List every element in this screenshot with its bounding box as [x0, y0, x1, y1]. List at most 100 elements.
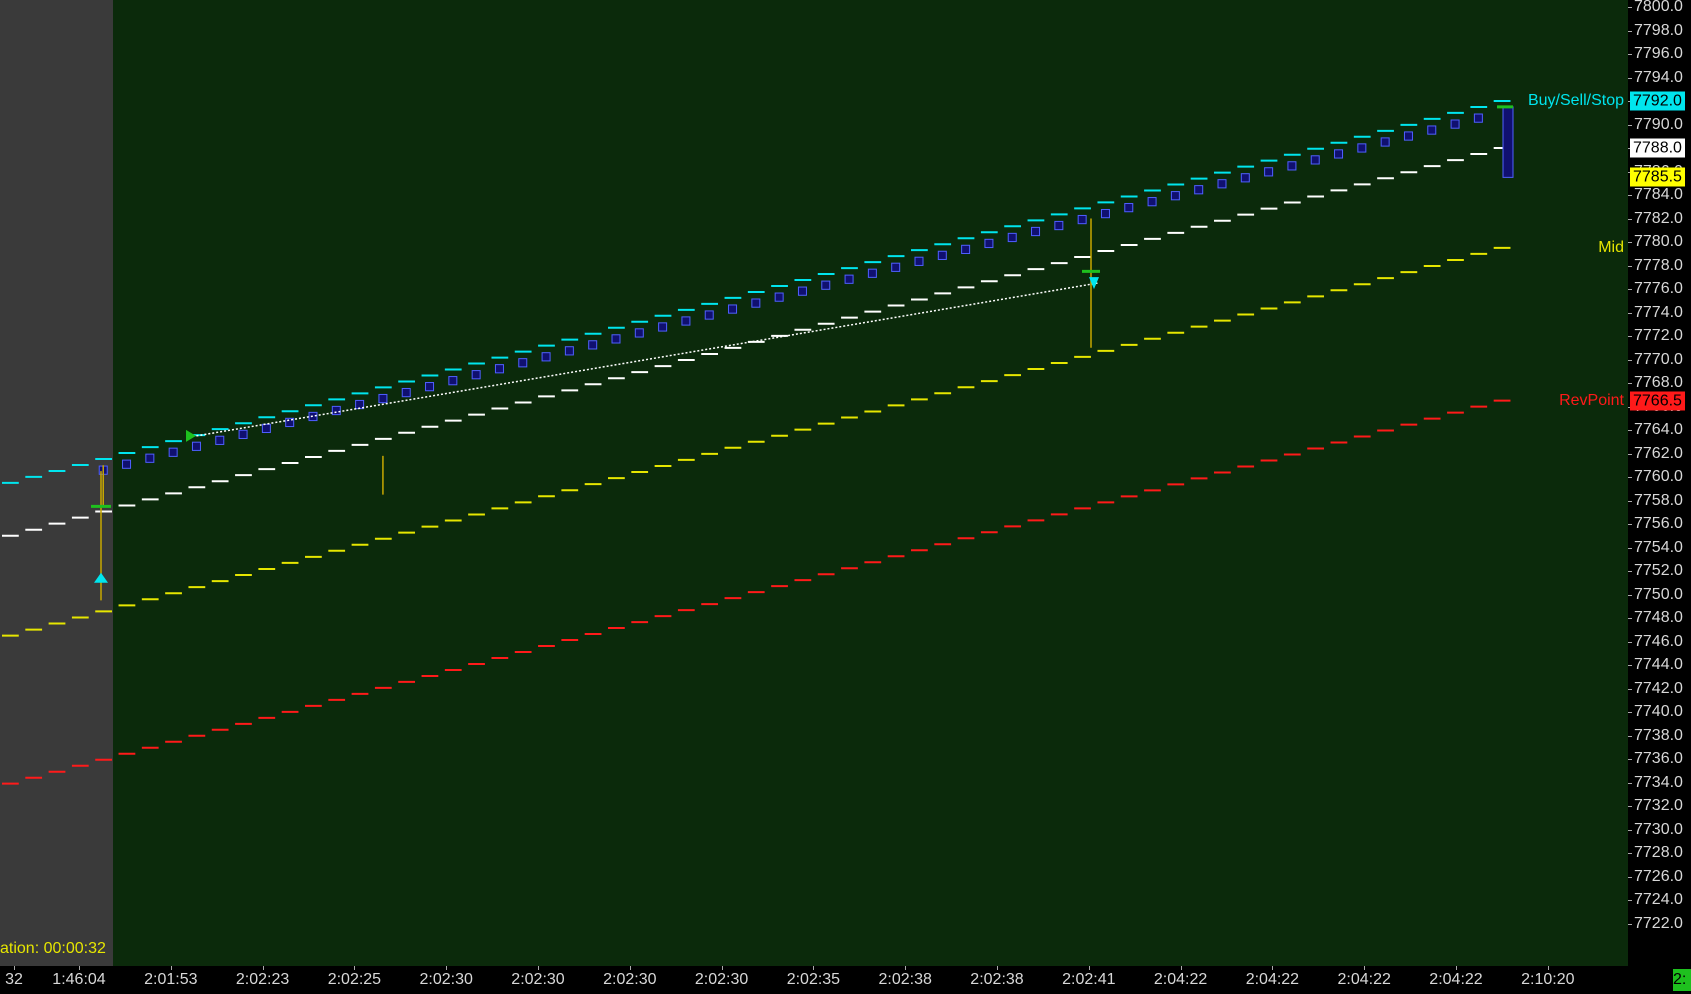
candle: [1264, 167, 1274, 177]
candle: [1100, 208, 1110, 219]
price-tick-label: 7774.0: [1628, 303, 1683, 321]
price-tick-label: 7748.0: [1628, 609, 1683, 626]
price-tick-label: 7800.0: [1628, 0, 1683, 15]
candle: [238, 429, 248, 439]
candle: [1310, 155, 1320, 165]
time-tick-mark: [1364, 966, 1366, 970]
candle: [1450, 119, 1460, 129]
candle: [681, 316, 691, 326]
price-tick-label: 7794.0: [1628, 68, 1683, 86]
price-tick-label: 7796.0: [1628, 45, 1683, 62]
time-tick-mark: [1456, 966, 1457, 970]
time-tick-mark: [262, 966, 264, 970]
flag-icon: [186, 429, 196, 442]
price-tick-label: 7732.0: [1628, 797, 1683, 814]
time-tick-label: 2:04:22: [1153, 971, 1208, 988]
candle: [191, 441, 201, 451]
candle: [518, 358, 528, 368]
candle: [1380, 137, 1390, 147]
price-axis[interactable]: 7800.0 7798.0 7796.0 7794.0 7792.0 7790.0 7788…: [1628, 0, 1691, 966]
time-tick-label: 2:02:23: [235, 971, 290, 988]
price-tick-label: 7724.0: [1628, 891, 1683, 908]
time-tick-label: 2:02:30: [511, 971, 565, 988]
candle: [145, 453, 155, 463]
candle: [401, 387, 411, 398]
chart-area[interactable]: Buy/Sell/Stop Mid RevPoint ation: 00:00:32: [0, 0, 1628, 966]
candle: [1240, 173, 1250, 183]
time-tick-label: 2:04:22: [1429, 971, 1483, 988]
candle: [1077, 214, 1087, 225]
time-tick-label: 2:01:53: [144, 971, 198, 988]
price-tick-label: 7736.0: [1628, 750, 1683, 767]
time-tick-mark: [354, 966, 356, 970]
candle: [891, 262, 901, 272]
candle: [425, 382, 435, 392]
candle: [634, 328, 644, 338]
last-candle: [1502, 106, 1514, 178]
time-tick-mark: [538, 966, 539, 970]
price-tick-label: 7756.0: [1628, 515, 1683, 532]
price-tick-label: 7764.0: [1628, 421, 1683, 438]
candle: [984, 238, 994, 249]
price-tick-label: 7798.0: [1628, 21, 1683, 39]
price-tick-label: 7740.0: [1628, 703, 1683, 720]
price-tick-label: 7780.0: [1628, 233, 1683, 250]
price-tick-label: 7728.0: [1628, 844, 1683, 861]
candle: [308, 411, 318, 422]
candle: [658, 322, 668, 332]
time-axis[interactable]: 2: 32 1:46:04 2:01:53 2:02:23 2:02:25 2:02:30…: [0, 966, 1691, 994]
candle: [122, 459, 132, 469]
price-box: 7788.0: [1630, 138, 1685, 158]
candle: [1403, 131, 1413, 141]
time-tick-label: 2:10:20: [1521, 971, 1575, 988]
time-tick-mark: [997, 966, 998, 970]
price-tick-label: 7778.0: [1628, 256, 1683, 274]
candle: [471, 370, 481, 380]
candle: [961, 244, 971, 255]
candle: [541, 352, 551, 362]
time-tick-label: 2:02:30: [694, 971, 749, 988]
time-tick-label: 2:02:30: [419, 971, 473, 988]
price-tick-label: 7730.0: [1628, 820, 1683, 838]
candle: [1124, 203, 1134, 213]
time-tick-label: 32: [5, 971, 23, 988]
price-tick-label: 7784.0: [1628, 186, 1683, 203]
price-box: 7792.0: [1630, 91, 1685, 111]
price-tick-label: 7776.0: [1628, 280, 1683, 297]
price-chart[interactable]: [0, 0, 1628, 966]
candle: [704, 310, 714, 320]
time-tick-mark: [1088, 966, 1090, 970]
price-box: 7785.5: [1630, 167, 1685, 187]
time-tick-label: 2:02:38: [878, 971, 932, 988]
candle: [1357, 143, 1367, 153]
candle: [797, 286, 807, 296]
price-tick-label: 7746.0: [1628, 632, 1683, 650]
buy-arrow-icon: [94, 572, 108, 583]
candle: [611, 334, 621, 344]
candle: [588, 340, 598, 350]
candle: [728, 304, 738, 314]
time-tick-mark: [1180, 966, 1182, 970]
corner-time-box: 2:: [1673, 969, 1691, 991]
trade-link: [196, 282, 1098, 437]
price-tick-label: 7772.0: [1628, 327, 1683, 344]
candle: [1334, 149, 1344, 159]
candle: [261, 423, 271, 434]
price-tick-label: 7762.0: [1628, 444, 1683, 462]
price-tick-label: 7754.0: [1628, 538, 1683, 556]
price-box: 7766.5: [1630, 391, 1685, 411]
price-tick-label: 7782.0: [1628, 209, 1683, 227]
candle: [1194, 185, 1204, 195]
time-tick-mark: [721, 966, 723, 970]
time-tick-mark: [1547, 966, 1549, 970]
line-label-mid: Mid: [1598, 238, 1624, 256]
price-tick-label: 7734.0: [1628, 773, 1683, 791]
line-label-revpoint: RevPoint: [1559, 391, 1624, 409]
time-tick-label: 2:02:38: [970, 971, 1024, 988]
time-tick-label: 2:04:22: [1245, 971, 1300, 988]
candle: [937, 250, 947, 260]
price-tick-label: 7738.0: [1628, 726, 1683, 744]
time-tick-label: 1:46:04: [52, 971, 106, 988]
price-tick-label: 7760.0: [1628, 468, 1683, 485]
candle: [448, 376, 458, 386]
